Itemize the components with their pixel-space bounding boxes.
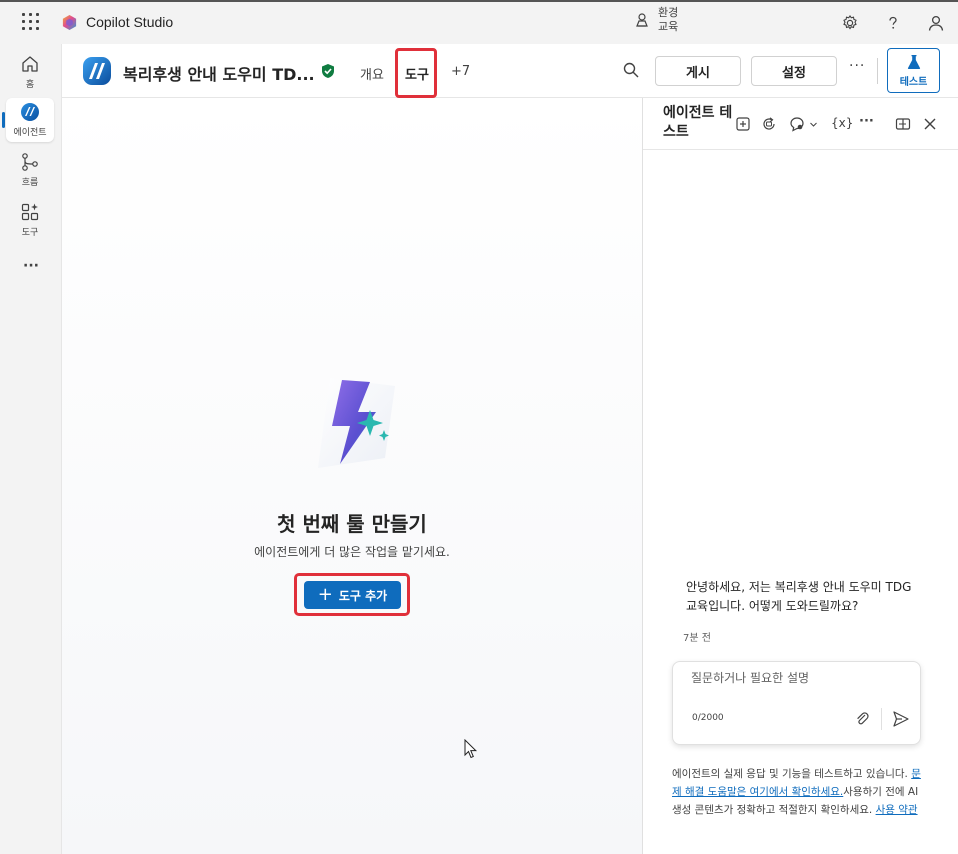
rail-more-button[interactable]: ···	[0, 258, 62, 274]
disclaimer-text-1: 에이전트의 실제 응답 및 기능을 테스트하고 있습니다.	[672, 768, 912, 780]
attach-icon[interactable]	[854, 711, 870, 727]
mouse-cursor-icon	[464, 739, 478, 759]
close-icon[interactable]	[922, 116, 938, 132]
app-name[interactable]: Copilot Studio	[86, 14, 173, 30]
test-pane-header: 에이전트 테스트 {x} ···	[643, 98, 958, 150]
pane-more-icon[interactable]: ···	[859, 114, 874, 129]
flow-icon	[22, 153, 38, 171]
test-disclaimer: 에이전트의 실제 응답 및 기능을 테스트하고 있습니다. 문제 해결 도움말은…	[672, 765, 922, 819]
test-button[interactable]: 테스트	[887, 48, 940, 93]
search-icon[interactable]	[622, 61, 640, 79]
environment-label: 환경	[658, 6, 679, 19]
flask-icon	[907, 54, 920, 69]
agent-logo-icon	[83, 57, 111, 85]
agent-icon	[21, 103, 39, 121]
agent-header: 복리후생 안내 도우미 TD... 개요 도구 +7 게시 설정 ··· 테스트	[62, 44, 958, 98]
dock-panel-icon[interactable]	[895, 116, 911, 132]
chat-composer: 0/2000	[672, 661, 921, 745]
home-icon	[22, 56, 38, 72]
settings-gear-icon[interactable]	[841, 14, 859, 32]
add-tool-label: 도구 추가	[338, 588, 388, 603]
account-icon[interactable]	[927, 14, 945, 32]
left-nav-rail: 홈 에이전트 흐름 도구 ···	[0, 44, 62, 854]
empty-state-title: 첫 번째 툴 만들기	[277, 512, 427, 536]
rail-item-flows[interactable]: 흐름	[6, 148, 54, 192]
composer-divider	[881, 708, 882, 730]
add-tool-button[interactable]: + 도구 추가	[304, 581, 401, 609]
active-indicator	[2, 112, 5, 128]
plus-icon: +	[317, 584, 333, 605]
send-icon[interactable]	[892, 710, 910, 728]
empty-state-subtitle: 에이전트에게 더 많은 작업을 맡기세요.	[254, 545, 450, 559]
tab-more[interactable]: +7	[451, 64, 470, 79]
rail-item-label: 에이전트	[13, 128, 47, 138]
settings-button[interactable]: 설정	[751, 56, 837, 86]
environment-picker[interactable]: 환경 교육	[634, 6, 678, 34]
rail-item-tools[interactable]: 도구	[6, 198, 54, 242]
tools-icon	[21, 203, 39, 221]
chevron-down-icon[interactable]	[809, 120, 818, 129]
test-agent-pane: 에이전트 테스트 {x} ··· 안녕하세요, 저는 복리후생 안내 도우미 T…	[642, 98, 958, 854]
rail-item-label: 도구	[21, 228, 39, 238]
app-launcher-icon[interactable]	[22, 13, 40, 31]
publish-button[interactable]: 게시	[655, 56, 741, 86]
top-app-bar: Copilot Studio 환경 교육	[0, 0, 958, 44]
test-pane-title: 에이전트 테스트	[663, 105, 733, 140]
tab-overview[interactable]: 개요	[360, 64, 384, 83]
copilot-studio-logo-icon	[62, 14, 77, 31]
tools-main-canvas: 첫 번째 툴 만들기 에이전트에게 더 많은 작업을 맡기세요. + 도구 추가	[62, 98, 642, 854]
message-timestamp: 7분 전	[683, 633, 711, 644]
rail-item-label: 흐름	[21, 178, 39, 188]
test-button-label: 테스트	[899, 76, 928, 88]
environment-icon	[636, 13, 648, 27]
terms-of-use-link[interactable]: 사용 약관	[876, 804, 918, 816]
variables-icon[interactable]: {x}	[831, 116, 853, 130]
refresh-icon[interactable]	[761, 116, 777, 132]
verified-shield-icon	[322, 64, 334, 78]
agent-title: 복리후생 안내 도우미 TD...	[123, 65, 315, 84]
chat-settings-icon[interactable]	[789, 116, 805, 132]
header-more-button[interactable]: ···	[849, 58, 865, 74]
environment-name: 교육	[658, 20, 679, 33]
rail-item-agents[interactable]: 에이전트	[6, 98, 54, 142]
rail-item-label: 홈	[25, 80, 35, 90]
new-chat-icon[interactable]	[735, 116, 751, 132]
char-count: 0/2000	[692, 713, 724, 723]
bot-greeting-message: 안녕하세요, 저는 복리후생 안내 도우미 TDG 교육입니다. 어떻게 도와드…	[686, 580, 912, 613]
lightning-sparkle-icon	[318, 378, 395, 468]
rail-item-home[interactable]: 홈	[6, 50, 54, 94]
header-divider	[877, 58, 878, 84]
help-icon[interactable]	[884, 14, 902, 32]
chat-input[interactable]	[691, 671, 901, 685]
tab-tools-highlight	[395, 48, 437, 98]
